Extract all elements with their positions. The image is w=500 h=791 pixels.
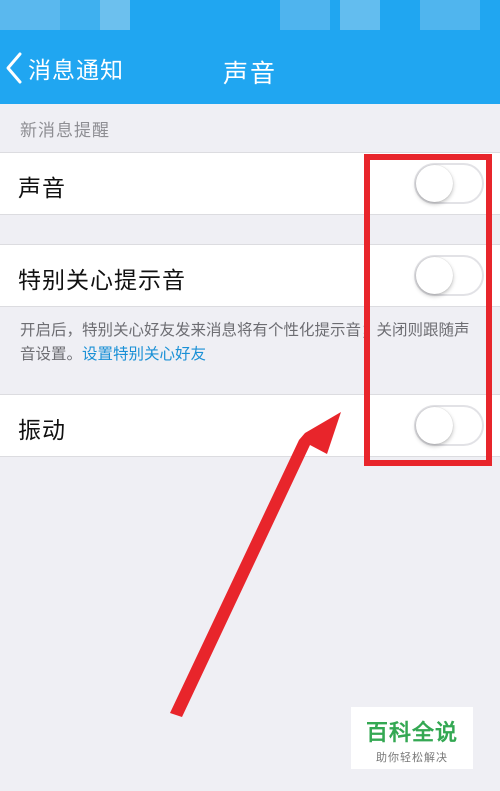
annotation-arrow <box>170 412 341 717</box>
watermark-logo: 百科全说 助你轻松解决 <box>351 707 473 769</box>
watermark-slogan: 助你轻松解决 <box>376 751 448 764</box>
watermark-logo-text: 百科全说 <box>365 721 458 746</box>
